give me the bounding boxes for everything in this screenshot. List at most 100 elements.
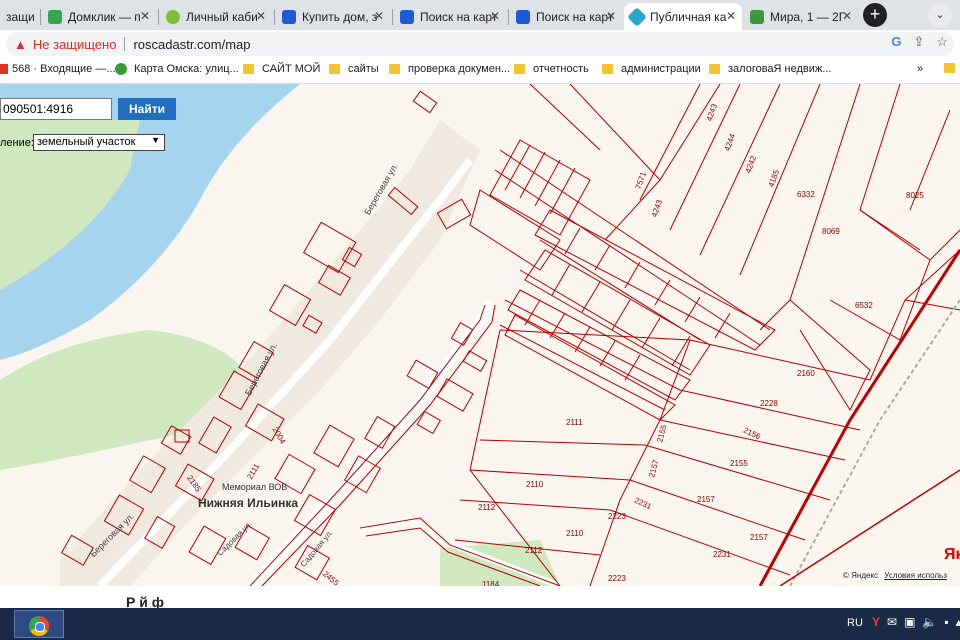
railway xyxy=(789,299,960,586)
parcel-label[interactable]: 2231 xyxy=(713,550,731,559)
bookmark-label: 568 · Входящие —... xyxy=(12,63,116,75)
parcel-label[interactable]: 2112 xyxy=(478,503,495,512)
display-icon[interactable]: ▣ xyxy=(904,615,915,629)
tab-label: Поиск на карт xyxy=(420,9,498,24)
boundary xyxy=(779,469,960,586)
bookmark-mail[interactable]: 568 · Входящие —... xyxy=(0,63,116,75)
parcel-label[interactable]: 2223 xyxy=(608,574,626,583)
system-tray: Y ✉ ▣ 🔈 ▪ ▴ xyxy=(872,615,960,629)
tab-search-button[interactable]: ⌄ xyxy=(928,3,952,27)
tab-4[interactable]: Поиск на карт ✕ xyxy=(394,3,506,30)
tab-label: Личный каби xyxy=(186,9,258,24)
tab-separator xyxy=(158,9,159,25)
battery-icon[interactable]: ▪ xyxy=(944,615,948,629)
folder-icon xyxy=(709,64,720,74)
close-icon[interactable]: ✕ xyxy=(842,9,852,23)
tab-6-active[interactable]: Публичная ка ✕ xyxy=(624,3,742,30)
parcel-label[interactable]: 2110 xyxy=(526,480,543,489)
2gis-icon xyxy=(115,63,127,75)
tab-separator xyxy=(40,9,41,25)
address-bar[interactable]: ▲ Не защищено roscadastr.com/map G ⇪ ☆ xyxy=(6,32,954,56)
tray-expand-icon[interactable]: ▴ xyxy=(956,615,960,629)
tab-label: Купить дом, з xyxy=(302,9,378,24)
tab-5[interactable]: Поиск на карт ✕ xyxy=(510,3,622,30)
language-indicator[interactable]: RU xyxy=(847,617,863,629)
insecure-label[interactable]: Не защищено xyxy=(33,37,117,52)
tab-label: защи xyxy=(6,9,35,24)
close-icon[interactable]: ✕ xyxy=(490,9,500,23)
windows-taskbar xyxy=(0,608,960,640)
tab-separator xyxy=(392,9,393,25)
tab-separator xyxy=(508,9,509,25)
close-icon[interactable]: ✕ xyxy=(374,9,384,23)
close-icon[interactable]: ✕ xyxy=(140,9,150,23)
bookmarks-bar: 568 · Входящие —... Карта Омска: улиц...… xyxy=(0,58,960,84)
folder-icon xyxy=(514,64,525,74)
bookmark-folder[interactable]: залоговаЯ недвиж... xyxy=(709,63,831,75)
mail-icon xyxy=(0,64,8,74)
close-icon[interactable]: ✕ xyxy=(606,9,616,23)
bookmark-folder[interactable]: администрации xyxy=(602,63,701,75)
warning-icon[interactable]: ▲ xyxy=(14,37,27,52)
tab-2[interactable]: Личный каби ✕ xyxy=(160,3,272,30)
tab-label: Поиск на карт xyxy=(536,9,614,24)
bookmarks-overflow[interactable]: » xyxy=(917,63,923,75)
bookmark-label: САЙТ МОЙ xyxy=(262,63,321,75)
parcel-label[interactable]: 2157 xyxy=(750,533,768,542)
cian-icon xyxy=(282,9,296,24)
close-icon[interactable]: ✕ xyxy=(256,9,266,23)
close-icon[interactable]: ✕ xyxy=(726,9,736,23)
bookmark-folder[interactable]: САЙТ МОЙ xyxy=(243,63,320,75)
parcel-label[interactable]: 8069 xyxy=(822,227,840,236)
tab-7[interactable]: Мира, 1 — 2Г ✕ xyxy=(744,3,858,30)
share-icon[interactable]: ⇪ xyxy=(913,34,924,50)
mail-icon[interactable]: ✉ xyxy=(887,615,897,629)
bookmark-omsk-map[interactable]: Карта Омска: улиц... xyxy=(115,63,239,75)
cadastral-map[interactable]: Береговая ул. Береговая ул. Береговая ул… xyxy=(0,84,960,586)
cabinet-icon xyxy=(166,9,180,24)
parcel-label[interactable]: 6532 xyxy=(855,301,873,310)
folder-icon xyxy=(329,64,340,74)
tab-1[interactable]: Домклик — п ✕ xyxy=(42,3,156,30)
find-button[interactable]: Найти xyxy=(118,98,176,120)
bookmark-folder-cut[interactable] xyxy=(944,63,960,73)
cadastral-search-input[interactable] xyxy=(0,98,112,120)
parcel-label[interactable]: 2112 xyxy=(525,546,542,555)
yandex-icon[interactable]: Y xyxy=(872,615,880,629)
parcel-label[interactable]: 2223 xyxy=(608,512,626,521)
google-icon[interactable]: G xyxy=(891,34,901,50)
domclick-icon xyxy=(48,9,62,24)
folder-icon xyxy=(602,64,613,74)
parcel-label[interactable]: 8025 xyxy=(906,191,924,200)
tab-strip: защи Домклик — п ✕ Личный каби ✕ Купить … xyxy=(0,0,960,30)
browser-toolbar: ▲ Не защищено roscadastr.com/map G ⇪ ☆ xyxy=(0,30,960,58)
new-tab-button[interactable]: + xyxy=(863,3,887,27)
bookmark-folder[interactable]: сайты xyxy=(329,63,379,75)
omnibox-actions: G ⇪ ☆ xyxy=(891,34,948,50)
cian-icon xyxy=(516,9,530,24)
layer-select[interactable]: земельный участок ▼ xyxy=(33,134,165,151)
folder-icon xyxy=(944,63,955,73)
tab-3[interactable]: Купить дом, з ✕ xyxy=(276,3,390,30)
star-icon[interactable]: ☆ xyxy=(936,34,948,50)
yandex-logo: Ян xyxy=(944,546,960,563)
cadastral-map-icon xyxy=(627,6,647,27)
url-text[interactable]: roscadastr.com/map xyxy=(133,37,250,52)
bookmark-label: администрации xyxy=(621,63,701,75)
parcel-label[interactable]: 2157 xyxy=(697,495,715,504)
parcel-label[interactable]: 2110 xyxy=(566,529,583,538)
bookmark-label: сайты xyxy=(348,63,379,75)
bookmark-folder[interactable]: проверка докумен... xyxy=(389,63,510,75)
terms-link[interactable]: Условия использ xyxy=(884,571,947,580)
bookmark-folder[interactable]: отчетность xyxy=(514,63,589,75)
parcel-label[interactable]: 2155 xyxy=(730,459,748,468)
parcel-label[interactable]: 2228 xyxy=(760,399,778,408)
2gis-icon xyxy=(750,9,764,24)
bookmark-label: отчетность xyxy=(533,63,589,75)
tab-0[interactable]: защи xyxy=(0,3,36,30)
parcel-label[interactable]: 2160 xyxy=(797,369,815,378)
tab-label: Мира, 1 — 2Г xyxy=(770,9,846,24)
parcel-label[interactable]: 6332 xyxy=(797,190,815,199)
speaker-icon[interactable]: 🔈 xyxy=(922,615,937,629)
parcel-label[interactable]: 2111 xyxy=(566,418,583,427)
